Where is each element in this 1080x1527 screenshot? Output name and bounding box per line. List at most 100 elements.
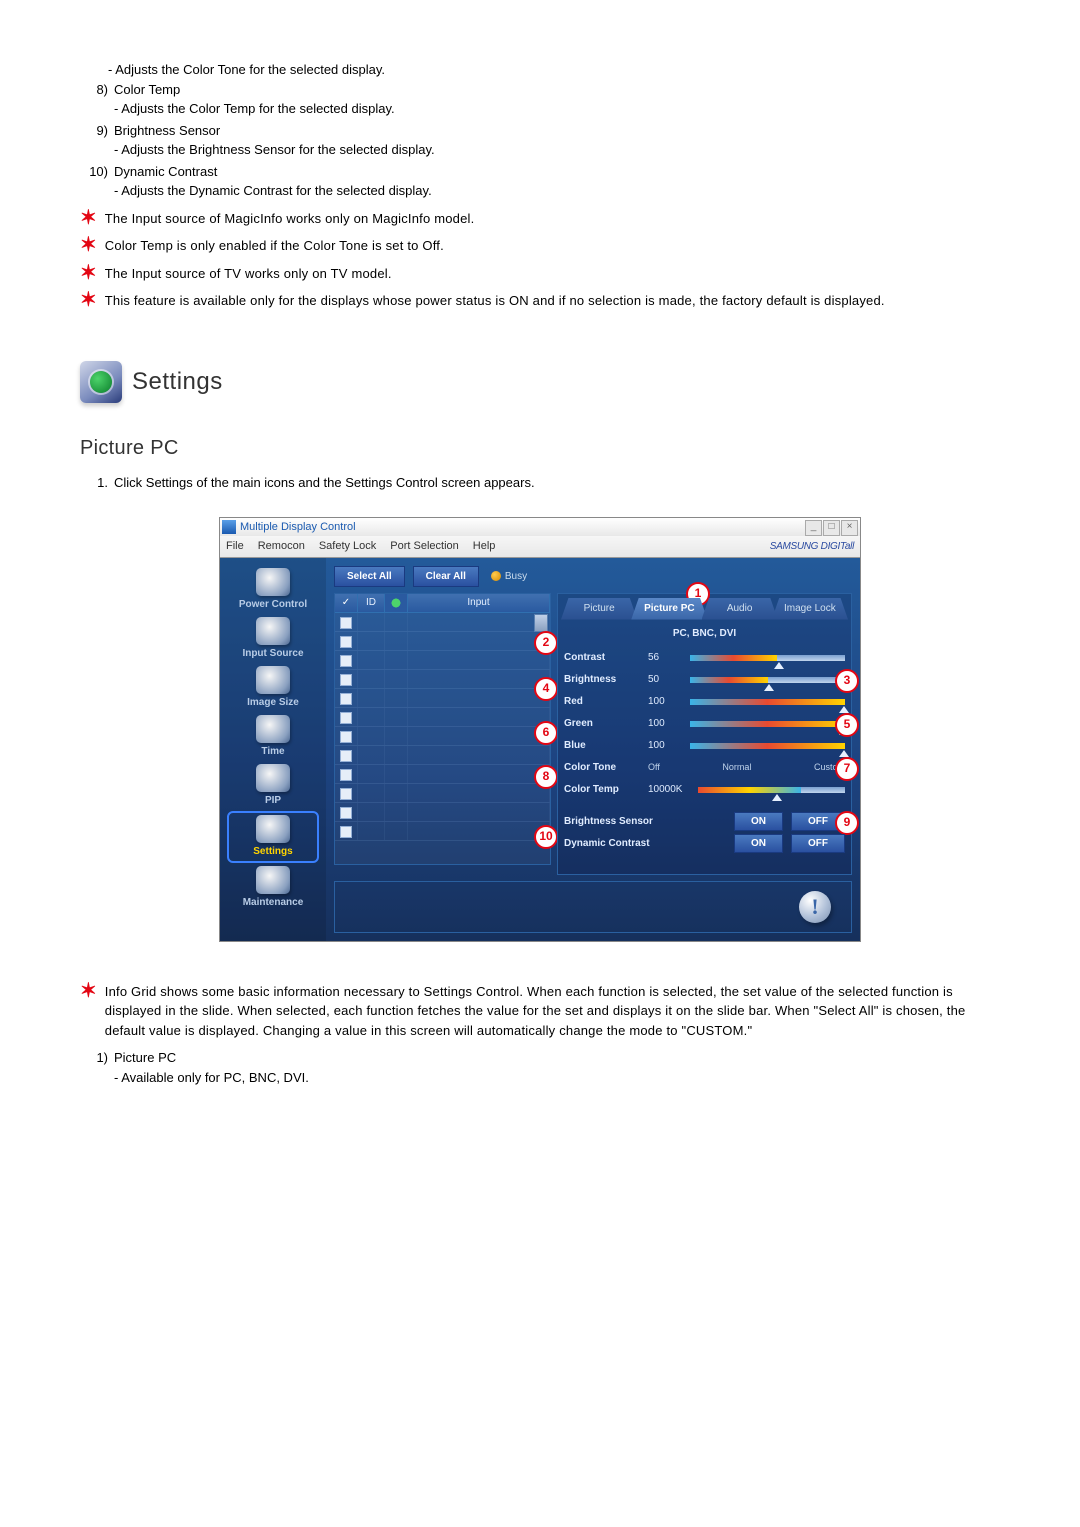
row-id — [358, 803, 385, 821]
sidebar-icon — [256, 568, 290, 596]
maximize-icon[interactable]: □ — [823, 520, 840, 536]
row-check[interactable] — [335, 727, 358, 745]
menu-safety-lock[interactable]: Safety Lock — [319, 538, 376, 555]
table-row[interactable] — [335, 803, 550, 822]
list-item: 8)Color Temp- Adjusts the Color Temp for… — [80, 80, 1000, 119]
slider-contrast[interactable] — [690, 654, 845, 662]
tab-picture[interactable]: Picture — [561, 598, 637, 620]
window-controls[interactable]: _□× — [804, 518, 858, 536]
tab-picture-pc[interactable]: Picture PC — [631, 598, 707, 620]
dcontrast-off-button[interactable]: OFF — [791, 834, 845, 853]
sidebar-item-time[interactable]: Time — [229, 715, 317, 759]
row-status — [385, 651, 408, 669]
list-item: 10)Dynamic Contrast- Adjusts the Dynamic… — [80, 162, 1000, 201]
label-dynamic-contrast: Dynamic Contrast — [564, 836, 684, 851]
row-input — [408, 803, 550, 821]
footer-item-desc: - Available only for PC, BNC, DVI. — [114, 1068, 1000, 1088]
item-num: 10) — [80, 162, 114, 201]
sidebar-item-image-size[interactable]: Image Size — [229, 666, 317, 710]
row-check[interactable] — [335, 784, 358, 802]
table-row[interactable] — [335, 670, 550, 689]
dcontrast-on-button[interactable]: ON — [734, 834, 783, 853]
info-grid[interactable]: ID Input — [334, 593, 551, 865]
menu-port-selection[interactable]: Port Selection — [390, 538, 458, 555]
callout-10: 10 — [534, 825, 558, 849]
row-check[interactable] — [335, 746, 358, 764]
value-blue: 100 — [648, 738, 690, 753]
row-check[interactable] — [335, 708, 358, 726]
busy-indicator: Busy — [491, 569, 527, 584]
label-brightness-sensor: Brightness Sensor — [564, 814, 684, 829]
row-dynamic-contrast: Dynamic Contrast ON OFF — [564, 833, 845, 855]
table-row[interactable] — [335, 765, 550, 784]
scrollbar-thumb[interactable] — [534, 614, 548, 632]
footer-item-title: Picture PC — [114, 1048, 1000, 1068]
sidebar-item-input-source[interactable]: Input Source — [229, 617, 317, 661]
callout-4: 4 — [534, 677, 558, 701]
close-icon[interactable]: × — [841, 520, 858, 536]
slider-blue[interactable] — [690, 742, 845, 750]
row-check[interactable] — [335, 613, 358, 631]
table-row[interactable] — [335, 708, 550, 727]
item-desc: - Adjusts the Dynamic Contrast for the s… — [114, 181, 1000, 201]
sidebar-item-label: Input Source — [229, 646, 317, 661]
warning-icon — [799, 891, 831, 923]
table-row[interactable] — [335, 822, 550, 841]
row-blue: Blue 100 — [564, 735, 845, 757]
label-colortemp: Color Temp — [564, 782, 648, 797]
busy-dot-icon — [491, 571, 501, 581]
row-check[interactable] — [335, 670, 358, 688]
sidebar-icon — [256, 617, 290, 645]
row-id — [358, 651, 385, 669]
item-desc: - Adjusts the Brightness Sensor for the … — [114, 140, 1000, 160]
tab-audio[interactable]: Audio — [702, 598, 778, 620]
sidebar-item-power-control[interactable]: Power Control — [229, 568, 317, 612]
row-check[interactable] — [335, 822, 358, 840]
menu-help[interactable]: Help — [473, 538, 496, 555]
row-check[interactable] — [335, 803, 358, 821]
table-row[interactable] — [335, 746, 550, 765]
sidebar-item-label: Time — [229, 744, 317, 759]
sidebar-item-maintenance[interactable]: Maintenance — [229, 866, 317, 910]
value-contrast: 56 — [648, 650, 690, 665]
clear-all-button[interactable]: Clear All — [413, 566, 479, 587]
row-id — [358, 784, 385, 802]
table-row[interactable] — [335, 727, 550, 746]
intro-line: 1. Click Settings of the main icons and … — [80, 473, 1000, 493]
row-check[interactable] — [335, 632, 358, 650]
row-status — [385, 765, 408, 783]
table-row[interactable] — [335, 632, 550, 651]
table-row[interactable] — [335, 613, 550, 632]
intro-num: 1. — [80, 473, 114, 493]
grid-rows — [335, 613, 550, 841]
table-row[interactable] — [335, 651, 550, 670]
row-check[interactable] — [335, 765, 358, 783]
row-check[interactable] — [335, 651, 358, 669]
colortone-scale[interactable]: Off Normal Custom — [648, 761, 845, 775]
grid-status-col — [385, 594, 408, 612]
menu-remocon[interactable]: Remocon — [258, 538, 305, 555]
row-status — [385, 803, 408, 821]
slider-red[interactable] — [690, 698, 845, 706]
sidebar-item-settings[interactable]: Settings — [229, 813, 317, 861]
bsensor-on-button[interactable]: ON — [734, 812, 783, 831]
app-screenshot: Multiple Display Control _□× File Remoco… — [219, 517, 861, 942]
select-all-button[interactable]: Select All — [334, 566, 405, 587]
sidebar-item-pip[interactable]: PIP — [229, 764, 317, 808]
table-row[interactable] — [335, 689, 550, 708]
row-colortemp: Color Temp 10000K — [564, 779, 845, 801]
slider-green[interactable] — [690, 720, 845, 728]
menu-file[interactable]: File — [226, 538, 244, 555]
row-id — [358, 613, 385, 631]
table-row[interactable] — [335, 784, 550, 803]
tab-image-lock[interactable]: Image Lock — [772, 598, 848, 620]
row-check[interactable] — [335, 689, 358, 707]
sidebar: Power Control Input Source Image Size Time P… — [220, 558, 326, 941]
note-row: ✶The Input source of MagicInfo works onl… — [80, 209, 1000, 229]
sidebar-icon — [256, 866, 290, 894]
minimize-icon[interactable]: _ — [805, 520, 822, 536]
slider-brightness[interactable] — [690, 676, 845, 684]
row-status — [385, 727, 408, 745]
slider-colortemp[interactable] — [698, 786, 845, 794]
row-id — [358, 708, 385, 726]
